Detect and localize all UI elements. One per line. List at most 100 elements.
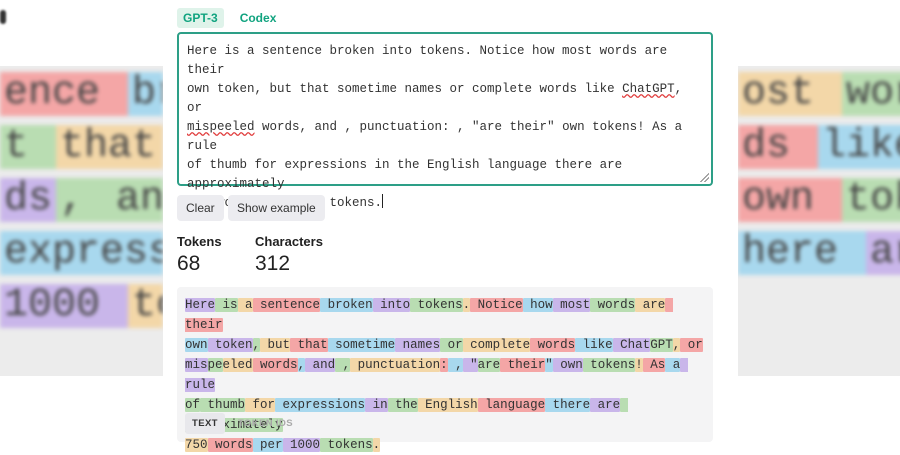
misspelled-word: mispeeled [187, 120, 255, 134]
tab-text[interactable]: TEXT [185, 413, 225, 434]
token: words [530, 338, 576, 352]
background-token: expressio [0, 231, 163, 275]
background-token: ost [738, 72, 843, 116]
background-token: word [842, 72, 900, 116]
background-token: 1000 [0, 284, 129, 328]
token: eled [222, 358, 253, 372]
background-token: like [818, 125, 900, 169]
token: own [185, 338, 208, 352]
clear-button[interactable]: Clear [177, 195, 224, 221]
background-row: expressio [0, 231, 163, 275]
tab-gpt3[interactable]: GPT-3 [177, 8, 224, 28]
token: tokens [410, 298, 463, 312]
characters-count: 312 [255, 252, 291, 275]
background-token: are [866, 231, 900, 275]
token: Here [185, 298, 216, 312]
editor-text-part: Here is a sentence broken into tokens. N… [187, 44, 668, 96]
background-row: ds like C [738, 125, 900, 169]
token: : [440, 358, 448, 372]
token: into [372, 298, 411, 312]
token: their [500, 358, 546, 372]
token: , [252, 338, 261, 352]
tab-token-ids[interactable]: TOKEN IDS [231, 413, 300, 434]
token-visualization: Here is a sentence broken into tokens. N… [177, 287, 713, 452]
token: are [477, 358, 501, 372]
tokenizer-panel: GPT-3 Codex Here is a sentence broken in… [163, 0, 738, 452]
token: complete [462, 338, 531, 352]
tokens-label: Tokens [177, 234, 222, 249]
token: that [290, 338, 328, 352]
token: As [642, 358, 666, 372]
token: sentence [252, 298, 321, 312]
tab-codex[interactable]: Codex [234, 8, 283, 28]
background-row [738, 284, 900, 328]
text-input[interactable]: Here is a sentence broken into tokens. N… [177, 32, 713, 210]
token: , [297, 358, 306, 372]
background-token: here [738, 231, 867, 275]
token: or [440, 338, 463, 352]
token: own [552, 358, 583, 372]
misspelled-word: ChatGPT [622, 82, 675, 96]
token: a [237, 298, 253, 312]
token: GPT [650, 338, 673, 352]
background-row: t that so [0, 125, 163, 169]
background-token: own [738, 178, 843, 222]
token: punctuation [350, 358, 441, 372]
background-token: that [56, 125, 163, 169]
background-token: toke [842, 178, 900, 222]
corner-mark [0, 10, 6, 24]
background-token: t [0, 125, 57, 169]
background-token: , [56, 178, 113, 222]
text-caret [382, 194, 384, 208]
token: are [635, 298, 666, 312]
token: is [215, 298, 238, 312]
token: language [477, 398, 546, 412]
token: pe [207, 358, 223, 372]
background-token: brok [128, 72, 163, 116]
token: token [207, 338, 253, 352]
token: broken [320, 298, 373, 312]
view-tabs: TEXT TOKEN IDS [185, 413, 300, 434]
token: of [185, 398, 201, 412]
token: or [680, 338, 703, 352]
token: , [447, 358, 463, 372]
background-row: ence brok [0, 72, 163, 116]
token: Notice [470, 298, 523, 312]
background-row: here are [738, 231, 900, 275]
show-example-button[interactable]: Show example [228, 195, 325, 221]
token: " [545, 358, 553, 372]
background-row: 1000 to [0, 284, 163, 328]
token: there [545, 398, 591, 412]
background-token: ds [0, 178, 57, 222]
model-tabs: GPT-3 Codex [177, 8, 282, 28]
token: are [590, 398, 621, 412]
token: words [252, 358, 298, 372]
background-row: own toke [738, 178, 900, 222]
token: names [395, 338, 441, 352]
token: for [245, 398, 276, 412]
token: mis [185, 358, 208, 372]
token: most [552, 298, 591, 312]
token: expressions [275, 398, 366, 412]
token: and [305, 358, 336, 372]
resize-handle[interactable] [699, 172, 709, 182]
token: like [575, 338, 613, 352]
token: thumb [200, 398, 246, 412]
token: words [590, 298, 636, 312]
token: the [387, 398, 418, 412]
background-token: and [112, 178, 163, 222]
characters-label: Characters [255, 234, 323, 249]
token: . [462, 298, 471, 312]
background-token: ds [738, 125, 819, 169]
token: sometime [327, 338, 396, 352]
token: a [665, 358, 681, 372]
background-token: ence [0, 72, 129, 116]
token: " [462, 358, 478, 372]
background-token: to [128, 284, 163, 328]
token: how [522, 298, 553, 312]
token: , [335, 358, 351, 372]
token: Chat [612, 338, 651, 352]
token: but [260, 338, 291, 352]
background-row: ds, and , [0, 178, 163, 222]
token: in [365, 398, 388, 412]
